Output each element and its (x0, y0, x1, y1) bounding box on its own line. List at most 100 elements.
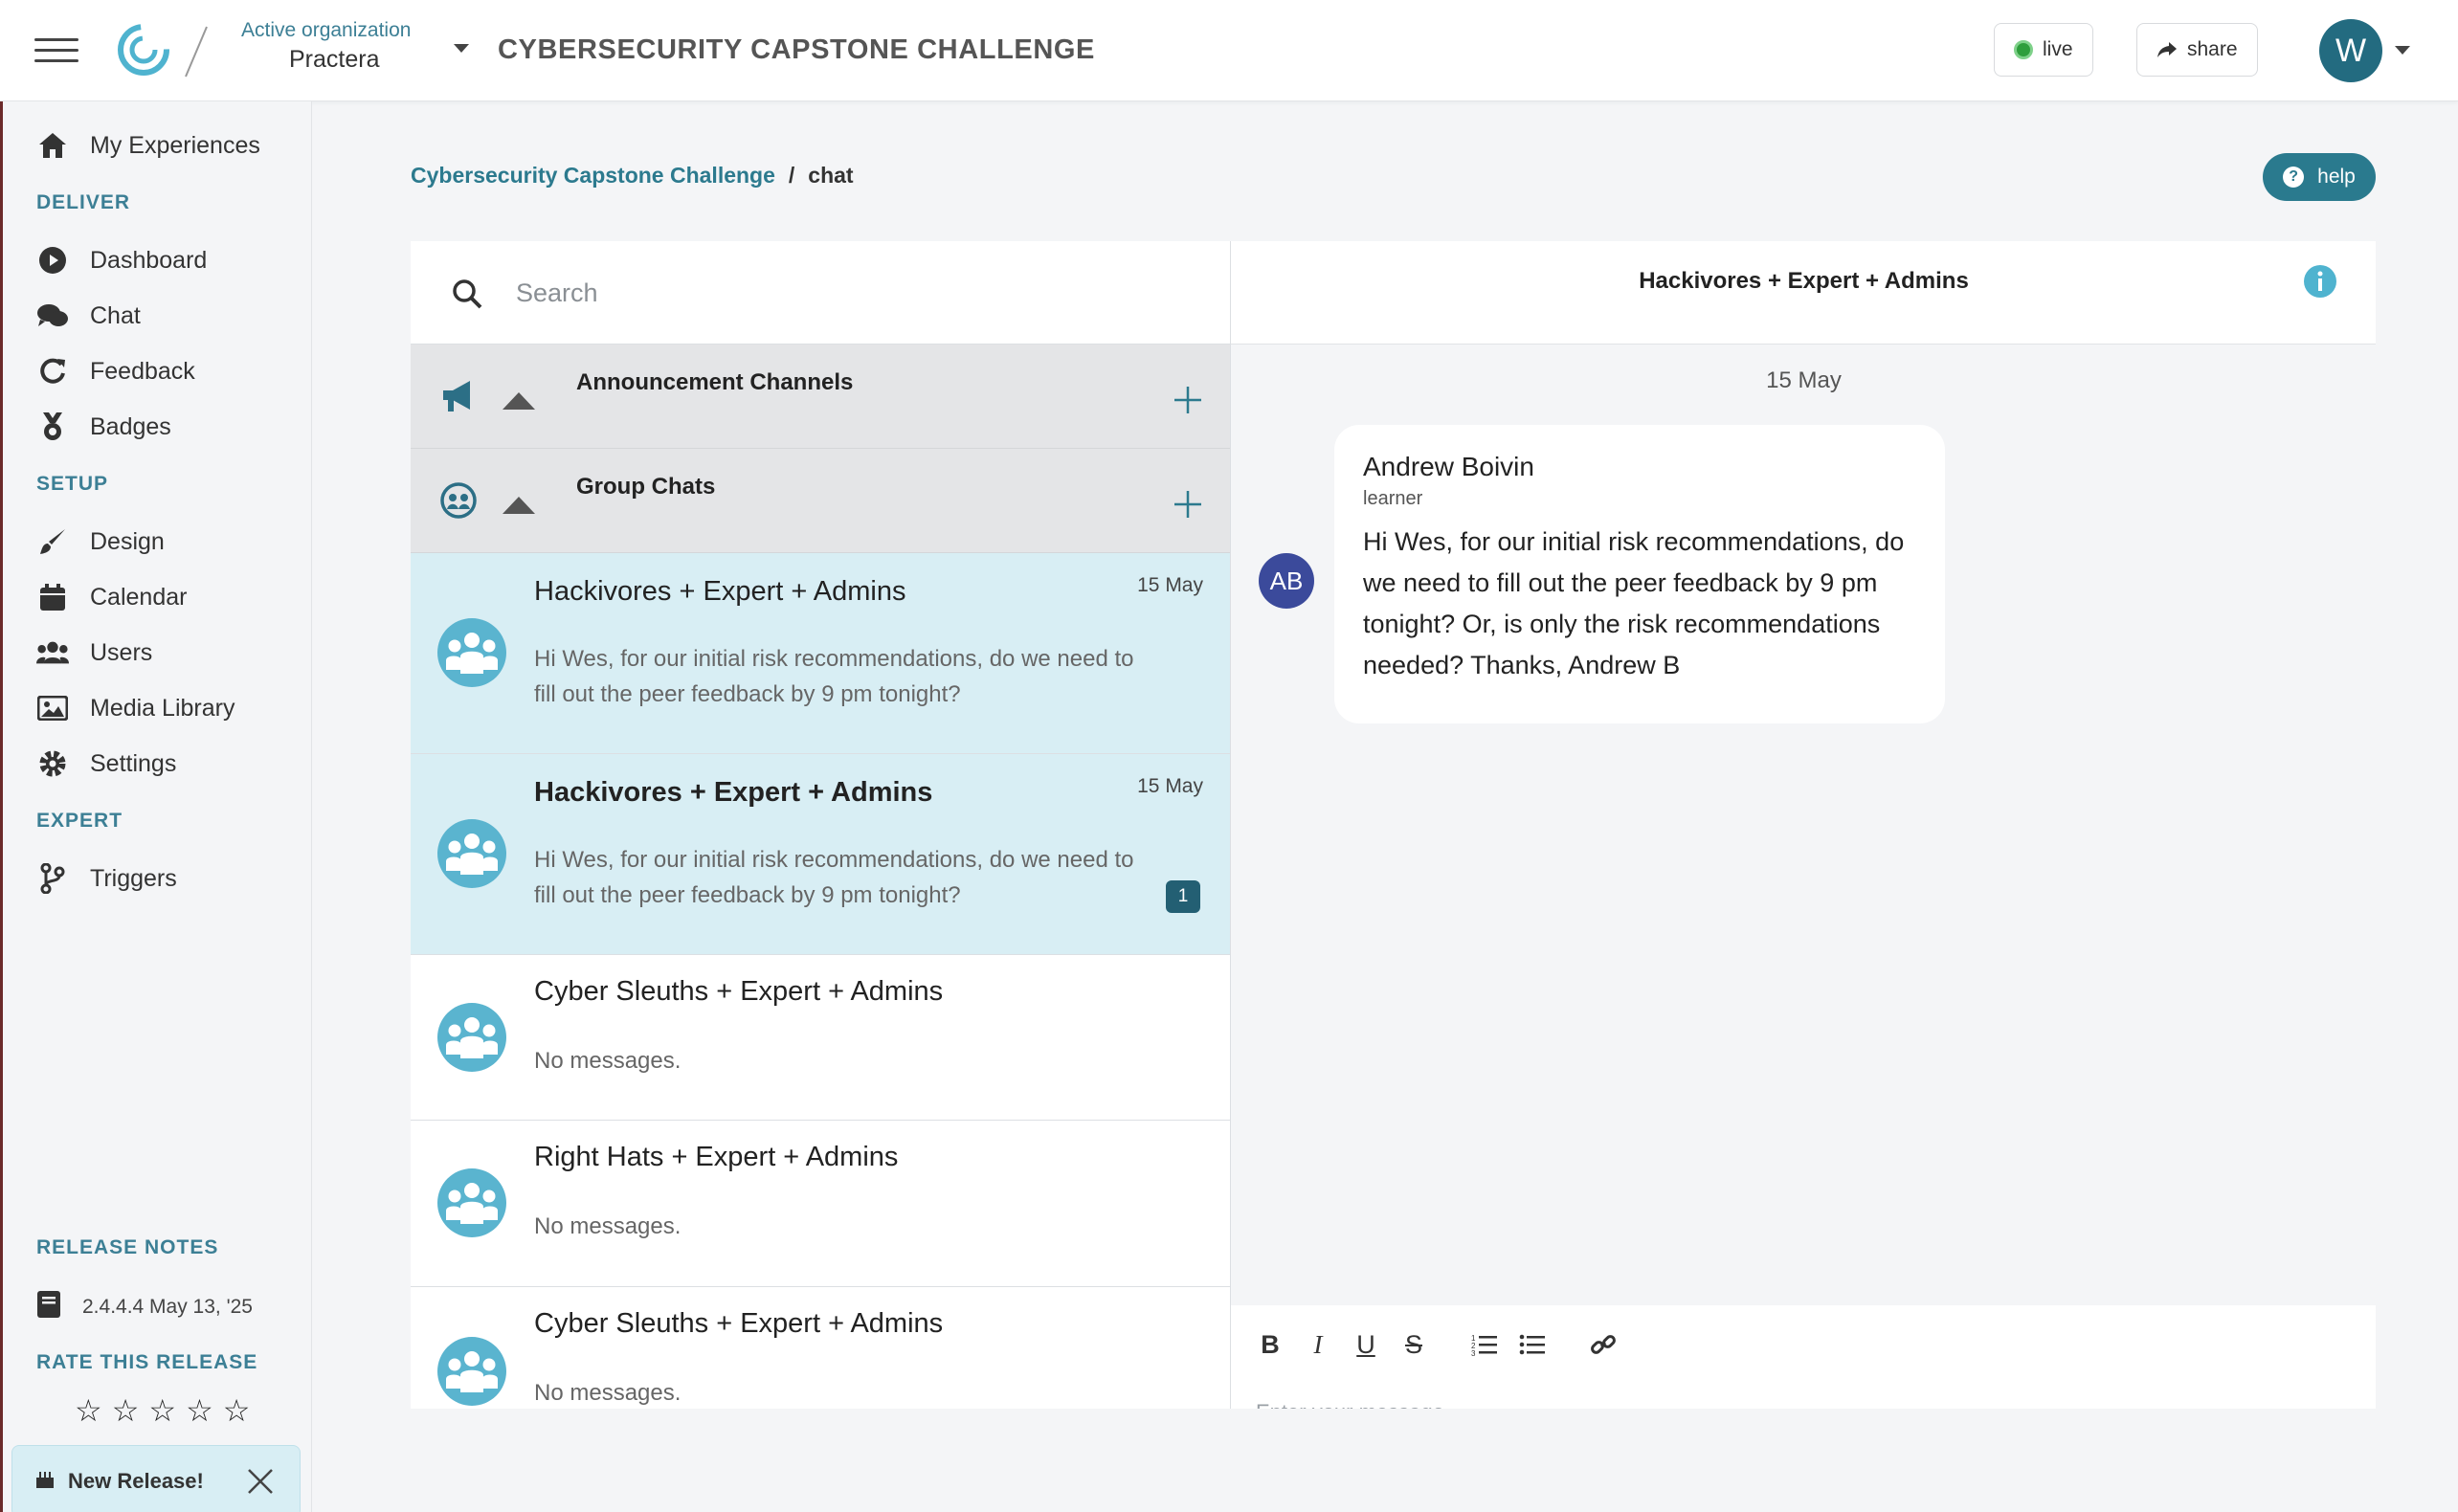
svg-text:3: 3 (1471, 1349, 1476, 1357)
collapse-caret-icon[interactable] (503, 392, 535, 410)
section-deliver: DELIVER (36, 191, 131, 213)
user-avatar[interactable]: W (2319, 19, 2382, 82)
sidebar: My Experiences DELIVER Dashboard Chat Fe… (0, 101, 312, 1512)
star-icon[interactable]: ☆ (75, 1395, 102, 1426)
org-dropdown-caret-icon[interactable] (454, 44, 469, 53)
star-icon[interactable]: ☆ (223, 1395, 251, 1426)
sidebar-item-label: Triggers (90, 864, 177, 892)
sidebar-item-chat[interactable]: Chat (36, 297, 141, 335)
breadcrumb-separator: / (788, 163, 795, 188)
new-release-banner[interactable]: New Release! (11, 1445, 301, 1512)
chat-date: 15 May (1137, 775, 1203, 797)
section-release-notes: RELEASE NOTES (36, 1236, 219, 1258)
sidebar-item-media-library[interactable]: Media Library (36, 689, 235, 727)
divider-slash (185, 26, 208, 78)
sidebar-item-label: Feedback (90, 357, 195, 385)
sidebar-item-feedback[interactable]: Feedback (36, 352, 195, 390)
add-channel-plus-icon[interactable] (1173, 385, 1203, 415)
breadcrumb-current: chat (808, 163, 854, 188)
conversation-header: Hackivores + Expert + Admins (1231, 241, 2376, 345)
release-version-link[interactable]: 2.4.4.4 May 13, '25 (36, 1290, 253, 1324)
add-group-plus-icon[interactable] (1173, 489, 1203, 520)
org-switcher[interactable]: Active organization Practera (241, 19, 411, 74)
sidebar-item-design[interactable]: Design (36, 523, 165, 561)
chat-list-item[interactable]: Cyber Sleuths + Expert + Admins No messa… (411, 1287, 1230, 1409)
chat-date: 15 May (1137, 574, 1203, 596)
chat-list-item[interactable]: Hackivores + Expert + Admins 15 May Hi W… (411, 754, 1230, 955)
link-icon[interactable] (1589, 1330, 1618, 1359)
star-icon[interactable]: ☆ (112, 1395, 140, 1426)
group-avatar-icon (437, 1168, 506, 1237)
collapse-caret-icon[interactable] (503, 497, 535, 514)
section-group-chats[interactable]: Group Chats (411, 449, 1230, 553)
user-menu-caret-icon[interactable] (2395, 46, 2410, 55)
sidebar-item-label: Calendar (90, 583, 188, 611)
strikethrough-button[interactable]: S (1399, 1330, 1428, 1359)
message-sender: Andrew Boivin (1363, 452, 1534, 481)
org-name[interactable]: Practera (241, 46, 411, 74)
gear-icon (36, 747, 69, 780)
chat-list-item[interactable]: Hackivores + Expert + Admins 15 May Hi W… (411, 553, 1230, 754)
hamburger-menu-icon[interactable] (34, 38, 78, 63)
search-icon (453, 279, 482, 309)
sidebar-item-label: Chat (90, 301, 141, 329)
chat-preview: Hi Wes, for our initial risk recommendat… (534, 646, 1134, 707)
users-icon (36, 636, 69, 669)
live-label: live (2043, 38, 2073, 60)
section-announcement-channels[interactable]: Announcement Channels (411, 345, 1230, 449)
section-expert: EXPERT (36, 810, 123, 832)
underline-button[interactable]: U (1352, 1330, 1380, 1359)
message-sender-role: learner (1363, 488, 1423, 509)
practera-logo-icon[interactable] (115, 21, 172, 78)
help-label: help (2317, 166, 2356, 188)
chat-name: Hackivores + Expert + Admins (534, 777, 933, 808)
rating-stars: ☆ ☆ ☆ ☆ ☆ (75, 1395, 250, 1426)
search-bar (411, 241, 1230, 345)
star-icon[interactable]: ☆ (148, 1395, 176, 1426)
group-avatar-icon (437, 1337, 506, 1406)
info-icon[interactable] (2303, 264, 2337, 299)
star-icon[interactable]: ☆ (186, 1395, 213, 1426)
breadcrumb-parent-link[interactable]: Cybersecurity Capstone Challenge (411, 163, 775, 189)
sidebar-item-users[interactable]: Users (36, 634, 152, 672)
chat-bubbles-icon (36, 300, 69, 332)
sidebar-item-settings[interactable]: Settings (36, 745, 176, 783)
ordered-list-icon[interactable]: 123 (1470, 1330, 1499, 1359)
calendar-icon (36, 581, 69, 613)
search-input[interactable] (516, 268, 1186, 318)
sidebar-item-label: Design (90, 527, 165, 555)
sidebar-item-my-experiences[interactable]: My Experiences (36, 126, 260, 165)
live-button[interactable]: live (1994, 23, 2093, 77)
help-button[interactable]: ? help (2263, 153, 2376, 201)
unread-badge: 1 (1166, 880, 1200, 913)
italic-button[interactable]: I (1304, 1330, 1332, 1359)
sidebar-item-triggers[interactable]: Triggers (36, 859, 177, 898)
sender-avatar[interactable]: AB (1259, 553, 1314, 609)
sidebar-item-badges[interactable]: Badges (36, 408, 171, 446)
share-arrow-icon (2157, 42, 2177, 57)
sidebar-item-label: Dashboard (90, 246, 208, 274)
close-icon[interactable] (246, 1467, 275, 1496)
conversation-title: Hackivores + Expert + Admins (1639, 268, 1969, 294)
question-icon: ? (2283, 167, 2305, 188)
sidebar-item-calendar[interactable]: Calendar (36, 578, 187, 616)
top-bar: Active organization Practera CYBERSECURI… (0, 0, 2458, 101)
org-label: Active organization (241, 19, 412, 41)
group-chat-icon (440, 482, 477, 519)
chat-name: Cyber Sleuths + Expert + Admins (534, 1308, 944, 1339)
cake-icon (35, 1468, 55, 1495)
message-input[interactable] (1256, 1393, 2309, 1409)
bold-button[interactable]: B (1256, 1330, 1285, 1359)
sidebar-item-dashboard[interactable]: Dashboard (36, 241, 207, 279)
chat-preview: No messages. (534, 1380, 682, 1406)
megaphone-icon (443, 381, 470, 411)
chat-list-item[interactable]: Right Hats + Expert + Admins No messages… (411, 1121, 1230, 1287)
bullet-list-icon[interactable] (1518, 1330, 1547, 1359)
refresh-icon (36, 355, 69, 388)
new-release-label: New Release! (68, 1469, 204, 1493)
share-label: share (2187, 38, 2238, 60)
share-button[interactable]: share (2136, 23, 2258, 77)
chat-name: Cyber Sleuths + Expert + Admins (534, 976, 944, 1007)
date-separator: 15 May (1766, 367, 1842, 393)
chat-list-item[interactable]: Cyber Sleuths + Expert + Admins No messa… (411, 955, 1230, 1121)
